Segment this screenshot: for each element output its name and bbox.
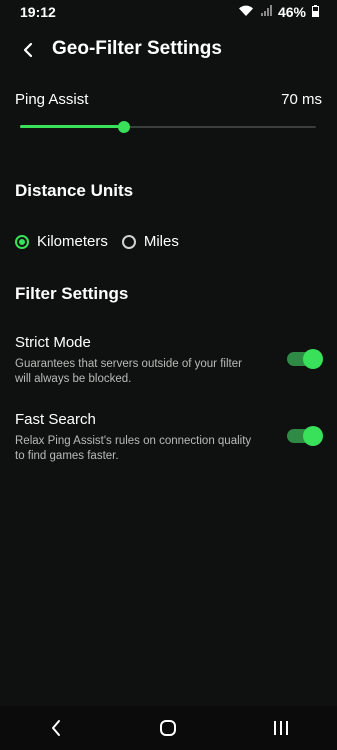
battery-icon (312, 4, 319, 20)
setting-title: Strict Mode (15, 334, 91, 351)
radio-label: Kilometers (37, 233, 108, 250)
status-time: 19:12 (20, 4, 56, 20)
signal-icon (260, 4, 272, 20)
fast-search-setting: Fast Search Relax Ping Assist's rules on… (15, 411, 323, 464)
radio-kilometers[interactable]: Kilometers (15, 233, 108, 250)
distance-units-heading: Distance Units (15, 181, 134, 200)
setting-description: Guarantees that servers outside of your … (15, 358, 242, 385)
back-icon (52, 720, 61, 736)
slider-thumb[interactable] (117, 121, 130, 133)
chevron-left-icon (23, 42, 33, 58)
ping-assist-value: 70 ms (281, 91, 322, 108)
radio-unselected-icon (121, 234, 136, 249)
filter-settings-heading: Filter Settings (15, 284, 129, 303)
recents-icon (273, 721, 288, 735)
strict-mode-setting: Strict Mode Guarantees that servers outs… (15, 334, 323, 387)
status-bar: 19:12 46% (0, 0, 337, 24)
radio-selected-icon (15, 234, 29, 249)
nav-back-button[interactable] (36, 708, 76, 748)
fast-search-toggle[interactable] (287, 426, 323, 446)
back-button[interactable] (14, 36, 42, 64)
page-title: Geo-Filter Settings (52, 38, 222, 59)
ping-assist-slider[interactable] (20, 121, 316, 133)
nav-home-button[interactable] (148, 708, 188, 748)
app-bar: Geo-Filter Settings (0, 28, 337, 72)
distance-units-radio-group: Kilometers Miles (15, 233, 193, 250)
nav-recents-button[interactable] (261, 708, 301, 748)
system-navigation-bar (0, 706, 337, 750)
setting-description: Relax Ping Assist's rules on connection … (15, 435, 252, 462)
toggle-knob (303, 426, 323, 446)
home-icon (160, 720, 177, 736)
radio-label: Miles (143, 233, 179, 250)
setting-title: Fast Search (15, 411, 96, 428)
battery-percent: 46% (277, 4, 306, 20)
toggle-knob (303, 349, 323, 369)
ping-assist-label: Ping Assist (15, 91, 89, 108)
slider-fill (20, 125, 124, 128)
wifi-icon (238, 4, 254, 20)
radio-miles[interactable]: Miles (121, 233, 179, 250)
status-icons: 46% (238, 4, 319, 20)
strict-mode-toggle[interactable] (287, 349, 323, 369)
